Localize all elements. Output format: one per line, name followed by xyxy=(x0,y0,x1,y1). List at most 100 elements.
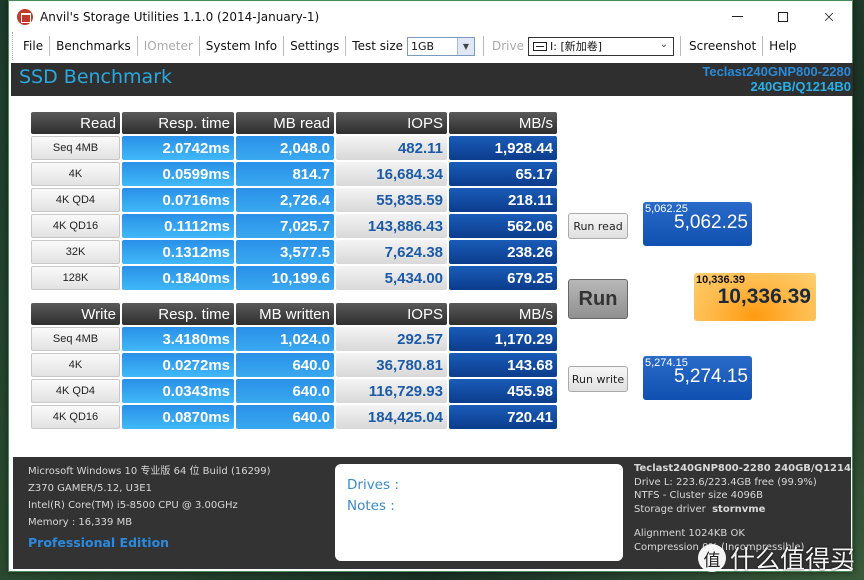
write-col-header-iops: IOPS xyxy=(336,303,447,325)
total-score-panel: 10,336.39 10,336.39 xyxy=(694,273,816,321)
read-resp-time: 0.0599ms xyxy=(122,162,234,186)
menu-benchmarks[interactable]: Benchmarks xyxy=(50,36,138,56)
read-resp-time: 0.1112ms xyxy=(122,214,234,238)
write-test-button[interactable]: Seq 4MB xyxy=(31,327,120,351)
write-mbs-value: 1,170.29 xyxy=(449,327,557,351)
drive-select[interactable]: I: [新加卷] ⌄ xyxy=(528,36,674,56)
run-write-button[interactable]: Run write xyxy=(568,366,628,392)
close-icon: × xyxy=(822,7,836,26)
write-test-button[interactable]: 4K QD16 xyxy=(31,405,120,429)
window-title: Anvil's Storage Utilities 1.1.0 (2014-Ja… xyxy=(40,9,320,24)
write-mbs-value: 455.98 xyxy=(449,379,557,403)
read-iops-value: 143,886.43 xyxy=(336,214,447,238)
read-col-header-resp: Resp. time xyxy=(122,112,234,134)
read-row: Seq 4MB 2.0742ms 2,048.0 482.11 1,928.44 xyxy=(30,135,558,161)
write-test-button[interactable]: 4K xyxy=(31,353,120,377)
memory-info: Memory : 16,339 MB xyxy=(28,517,133,528)
minimize-icon xyxy=(731,16,743,17)
edition-label: Professional Edition xyxy=(28,535,170,550)
benchmark-header: SSD Benchmark Teclast240GNP800-2280 240G… xyxy=(11,63,853,96)
total-score: 10,336.39 xyxy=(717,285,811,308)
anvil-app-icon xyxy=(17,8,33,25)
cpu-info: Intel(R) Core(TM) i5-8500 CPU @ 3.00GHz xyxy=(28,500,238,511)
driver-value: stornvme xyxy=(712,503,766,515)
read-test-button[interactable]: 128K xyxy=(31,266,120,290)
drive-model-line2: 240GB/Q1214B0 xyxy=(750,79,851,94)
read-row: 128K 0.1840ms 10,199.6 5,434.00 679.25 xyxy=(30,265,558,291)
write-mb-value: 1,024.0 xyxy=(236,327,334,351)
menu-file[interactable]: File xyxy=(17,36,51,56)
menu-separator xyxy=(483,36,484,56)
drive-info-driver: Storage driver stornvme xyxy=(634,503,851,517)
write-score-panel: 5,274.15 5,274.15 xyxy=(643,356,752,400)
drive-info-alignment: Alignment 1024KB OK xyxy=(634,528,745,539)
read-resp-time: 0.1312ms xyxy=(122,240,234,264)
write-row: 4K QD4 0.0343ms 640.0 116,729.93 455.98 xyxy=(30,378,558,404)
write-iops-value: 184,425.04 xyxy=(336,405,447,429)
read-iops-value: 55,835.59 xyxy=(336,188,447,212)
write-resp-time: 0.0343ms xyxy=(122,379,234,403)
notes-label: Notes : xyxy=(347,498,395,514)
write-iops-value: 116,729.93 xyxy=(336,379,447,403)
write-test-button[interactable]: 4K QD4 xyxy=(31,379,120,403)
write-col-header-mbs: MB/s xyxy=(449,303,557,325)
read-iops-value: 16,684.34 xyxy=(336,162,447,186)
write-mbs-value: 720.41 xyxy=(449,405,557,429)
dropdown-arrow-icon[interactable]: ▼ xyxy=(457,37,474,55)
menu-system-info[interactable]: System Info xyxy=(200,36,285,56)
menu-iometer[interactable]: IOmeter xyxy=(138,36,200,56)
read-test-button[interactable]: 32K xyxy=(31,240,120,264)
read-iops-value: 5,434.00 xyxy=(336,266,447,290)
write-header-row: Write Resp. time MB written IOPS MB/s xyxy=(30,300,558,326)
read-score: 5,062.25 xyxy=(674,212,748,233)
read-mbs-value: 65.17 xyxy=(449,162,557,186)
menu-screenshot[interactable]: Screenshot xyxy=(683,36,764,56)
menu-settings[interactable]: Settings xyxy=(284,36,347,56)
run-button[interactable]: Run xyxy=(568,279,628,319)
drive-model-line1: Teclast240GNP800-2280 xyxy=(702,64,851,79)
maximize-button[interactable] xyxy=(760,1,806,32)
write-resp-time: 0.0272ms xyxy=(122,353,234,377)
read-mbs-value: 238.26 xyxy=(449,240,557,264)
os-info: Microsoft Windows 10 专业版 64 位 Build (162… xyxy=(28,466,271,477)
read-test-button[interactable]: 4K QD4 xyxy=(31,188,120,212)
read-mbs-value: 562.06 xyxy=(449,214,557,238)
notes-box[interactable]: Drives : Notes : xyxy=(335,464,623,561)
read-mb-value: 7,025.7 xyxy=(236,214,334,238)
write-resp-time: 3.4180ms xyxy=(122,327,234,351)
read-mb-value: 2,048.0 xyxy=(236,136,334,160)
drive-info-free: Drive L: 223.6/223.4GB free (99.9%) xyxy=(634,476,817,488)
write-row: 4K 0.0272ms 640.0 36,780.81 143.68 xyxy=(30,352,558,378)
test-size-select[interactable]: 1GB ▼ xyxy=(407,36,475,56)
read-test-button[interactable]: 4K QD16 xyxy=(31,214,120,238)
read-mbs-value: 1,928.44 xyxy=(449,136,557,160)
write-score: 5,274.15 xyxy=(674,366,748,387)
app-window: Anvil's Storage Utilities 1.1.0 (2014-Ja… xyxy=(8,0,853,572)
drives-label: Drives : xyxy=(347,477,399,493)
maximize-icon xyxy=(778,11,788,22)
minimize-button[interactable] xyxy=(714,1,760,32)
menu-separator xyxy=(680,36,681,56)
read-mbs-value: 218.11 xyxy=(449,188,557,212)
read-score-panel: 5,062.25 5,062.25 xyxy=(643,202,752,246)
read-mb-value: 3,577.5 xyxy=(236,240,334,264)
read-mb-value: 2,726.4 xyxy=(236,188,334,212)
write-row: Seq 4MB 3.4180ms 1,024.0 292.57 1,170.29 xyxy=(30,326,558,352)
write-col-header-test: Write xyxy=(31,303,120,325)
menu-help[interactable]: Help xyxy=(763,36,802,56)
drive-info-model: Teclast240GNP800-2280 240GB/Q1214 xyxy=(634,463,851,474)
read-header-row: Read Resp. time MB read IOPS MB/s xyxy=(30,109,558,135)
read-test-button[interactable]: Seq 4MB xyxy=(31,136,120,160)
write-mbs-value: 143.68 xyxy=(449,353,557,377)
drive-value: I: [新加卷] xyxy=(550,40,603,53)
write-iops-value: 36,780.81 xyxy=(336,353,447,377)
chevron-down-icon[interactable]: ⌄ xyxy=(660,39,668,50)
close-button[interactable]: × xyxy=(806,1,852,32)
write-resp-time: 0.0870ms xyxy=(122,405,234,429)
read-resp-time: 2.0742ms xyxy=(122,136,234,160)
read-row: 4K 0.0599ms 814.7 16,684.34 65.17 xyxy=(30,161,558,187)
read-test-button[interactable]: 4K xyxy=(31,162,120,186)
write-mb-value: 640.0 xyxy=(236,353,334,377)
run-read-button[interactable]: Run read xyxy=(568,213,628,239)
write-mb-value: 640.0 xyxy=(236,379,334,403)
